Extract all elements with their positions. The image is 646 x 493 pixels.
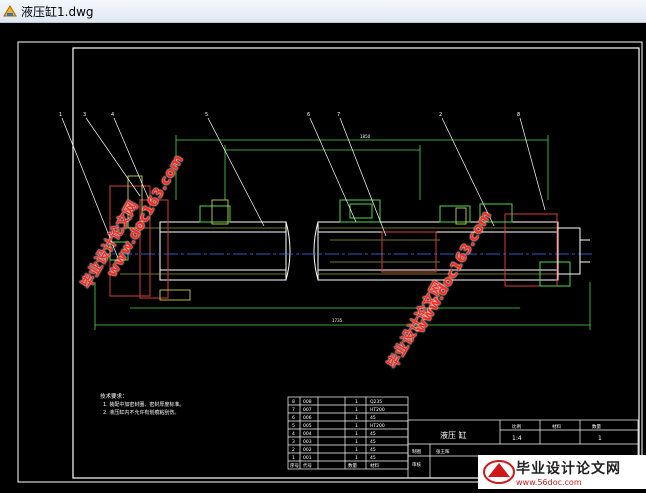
bom-qty: 1 bbox=[355, 407, 358, 413]
bom-code: 001 bbox=[303, 455, 312, 461]
bom-no: 6 bbox=[292, 415, 295, 421]
bom-qty: 1 bbox=[355, 439, 358, 445]
qty-label: 数量 bbox=[592, 423, 601, 430]
bom-code: 006 bbox=[303, 415, 312, 421]
top-dimension bbox=[175, 135, 549, 200]
bom-qty: 1 bbox=[355, 455, 358, 461]
qty-value: 1 bbox=[598, 435, 602, 442]
bom-header-code: 代号 bbox=[303, 462, 312, 469]
window-title: 液压缸1.dwg bbox=[21, 4, 94, 19]
logo-sub: www.56doc.com bbox=[516, 477, 582, 487]
sign-label: 张王晖 bbox=[436, 448, 450, 455]
bom-no: 3 bbox=[292, 439, 295, 445]
dwg-file-icon bbox=[3, 5, 17, 17]
cylinder-body bbox=[159, 221, 559, 281]
notes-line-1: 1. 装配中加密封圈、密封厚度标准。 bbox=[103, 401, 184, 408]
bom-qty: 1 bbox=[355, 431, 358, 437]
bom-mat: 45 bbox=[370, 415, 376, 421]
bom-qty: 1 bbox=[355, 399, 358, 405]
site-logo: 毕业设计论文网 www.56doc.com bbox=[478, 455, 646, 489]
bom-no: 5 bbox=[292, 423, 295, 429]
part-name: 液压 缸 bbox=[440, 430, 467, 440]
bom-code: 004 bbox=[303, 431, 312, 437]
bom-code: 003 bbox=[303, 439, 312, 445]
hatch-bands bbox=[120, 227, 560, 275]
label-7: 7 bbox=[337, 112, 340, 118]
ratio-label: 比例 bbox=[512, 423, 521, 430]
yellow-studs bbox=[127, 175, 467, 301]
piston-parts bbox=[109, 199, 571, 287]
dim-overall-text: 1735 bbox=[332, 318, 343, 323]
label-3: 3 bbox=[83, 112, 86, 118]
bom-no: 8 bbox=[292, 399, 295, 405]
bom-qty: 1 bbox=[355, 447, 358, 453]
bom-header-no: 序号 bbox=[290, 462, 299, 469]
label-2: 2 bbox=[439, 112, 442, 118]
label-6: 6 bbox=[307, 112, 310, 118]
bom-rows: 8 008 1 Q235 7 007 1 HT200 6 006 1 45 5 005 1 HT200 … bbox=[290, 399, 385, 469]
bom-code: 005 bbox=[303, 423, 312, 429]
bom-no: 2 bbox=[292, 447, 295, 453]
logo-icon bbox=[483, 460, 515, 484]
bom-no: 4 bbox=[292, 431, 295, 437]
drawn-label: 制图 bbox=[412, 448, 421, 455]
bom-header-mat: 材料 bbox=[370, 462, 379, 469]
bom-mat: 45 bbox=[370, 439, 376, 445]
bom-code: 007 bbox=[303, 407, 312, 413]
label-4: 4 bbox=[111, 112, 114, 118]
end-cap bbox=[557, 227, 590, 275]
window-titlebar: 液压缸1.dwg bbox=[0, 0, 646, 23]
bom-qty: 1 bbox=[355, 415, 358, 421]
bom-code: 008 bbox=[303, 399, 312, 405]
bom-mat: Q235 bbox=[370, 399, 382, 405]
notes-title: 技术要求： bbox=[100, 392, 128, 400]
bom-qty: 1 bbox=[355, 423, 358, 429]
bom-mat: 45 bbox=[370, 431, 376, 437]
notes-line-2: 2. 液压缸内不允许有划痕粘刮伤。 bbox=[103, 409, 179, 416]
ratio-value: 1:4 bbox=[512, 435, 522, 442]
label-1: 1 bbox=[59, 112, 62, 118]
label-8: 8 bbox=[517, 112, 520, 118]
part-labels: 1 3 4 5 6 7 2 8 bbox=[59, 112, 520, 118]
bom-mat: HT200 bbox=[370, 407, 385, 413]
material-label: 材料 bbox=[552, 423, 561, 430]
bom-no: 1 bbox=[292, 455, 295, 461]
sub-dimension bbox=[224, 145, 421, 200]
checked-label: 审核 bbox=[412, 461, 421, 468]
bom-mat: HT200 bbox=[370, 423, 385, 429]
bom-mat: 45 bbox=[370, 455, 376, 461]
logo-main: 毕业设计论文网 bbox=[516, 460, 621, 477]
flange-blocks bbox=[109, 185, 558, 299]
bom-code: 002 bbox=[303, 447, 312, 453]
bom-mat: 45 bbox=[370, 447, 376, 453]
bom-header-qty: 数量 bbox=[348, 462, 357, 469]
bom-no: 7 bbox=[292, 407, 295, 413]
label-5: 5 bbox=[205, 112, 208, 118]
bottom-dimension bbox=[94, 282, 591, 330]
dim-top-text: 1850 bbox=[360, 134, 371, 139]
